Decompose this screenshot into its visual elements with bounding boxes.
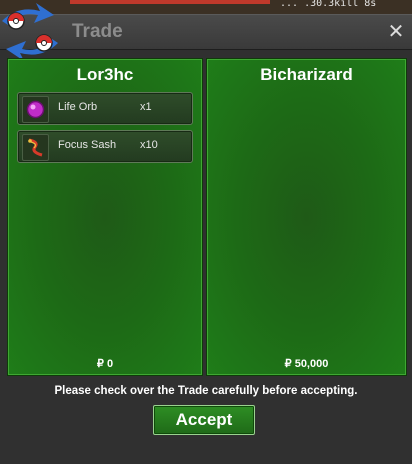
trade-panel-right: Bicharizard ₽ 50,000: [206, 58, 407, 376]
health-bar: [70, 0, 270, 4]
item-name: Focus Sash: [58, 139, 117, 151]
item-name: Life Orb: [58, 101, 98, 113]
item-quantity: x10: [140, 139, 158, 151]
left-money-offer: ₽ 0: [96, 358, 114, 370]
trade-warning-text: Please check over the Trade carefully be…: [54, 385, 358, 397]
window-title: Trade: [72, 21, 123, 42]
background-text: ... .30.3kill 8s: [280, 0, 377, 9]
focus-sash-icon: [22, 134, 49, 161]
title-bar[interactable]: Trade ✕: [0, 3, 412, 61]
trade-item-life-orb[interactable]: Life Orb x1: [17, 92, 193, 125]
left-player-name: Lor3hc: [76, 65, 134, 84]
trade-item-focus-sash[interactable]: Focus Sash x10: [17, 130, 193, 163]
right-player-name: Bicharizard: [260, 65, 353, 84]
pokeball-logo-icon: [2, 3, 58, 61]
trade-panel-left: Lor3hc Life Orb x1 Focus Sash x10 ₽ 0: [7, 58, 203, 376]
close-icon[interactable]: ✕: [386, 20, 406, 42]
item-quantity: x1: [140, 101, 152, 113]
accept-button[interactable]: Accept: [153, 405, 255, 435]
right-money-offer: ₽ 50,000: [284, 358, 329, 370]
trade-window: Trade ✕ Lor3hc Life Orb x1 Focus Sash x1…: [0, 3, 412, 464]
life-orb-icon: [22, 96, 49, 123]
